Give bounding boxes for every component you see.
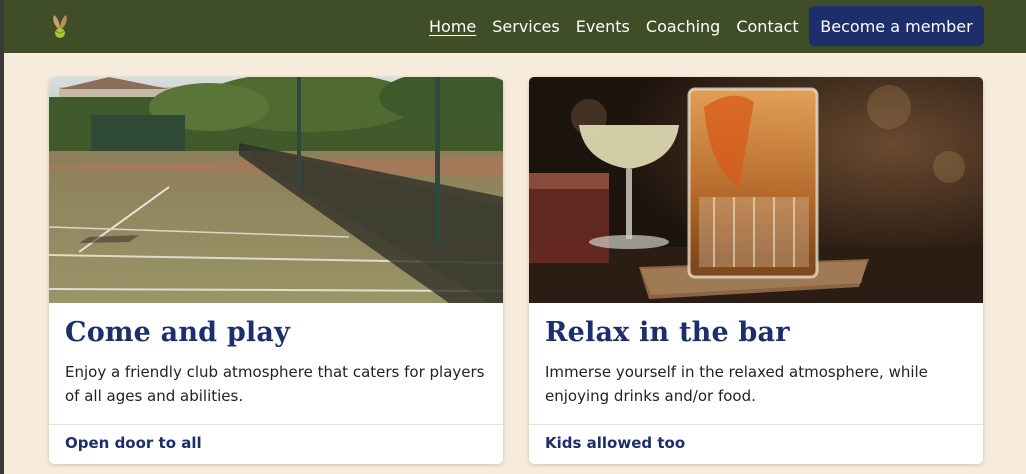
nav-link-contact[interactable]: Contact [736,17,798,36]
nav-link-coaching[interactable]: Coaching [646,17,720,36]
card-title: Relax in the bar [545,317,790,348]
card-footer-label: Open door to all [65,434,202,452]
tennis-court-photo [49,77,503,303]
card-divider [529,424,983,425]
cocktails-bar-photo [529,77,983,303]
card-footer-label: Kids allowed too [545,434,686,452]
card-description: Immerse yourself in the relaxed atmosphe… [545,363,928,405]
card-come-and-play: Come and play Enjoy a friendly club atmo… [49,77,503,464]
main-menu: Home Services Events Coaching Contact [429,0,815,53]
nav-link-services[interactable]: Services [492,17,559,36]
window-edge [0,0,4,474]
card-title: Come and play [65,317,290,348]
tennis-sprout-logo-icon[interactable] [50,14,70,40]
top-navigation-bar: Home Services Events Coaching Contact Be… [4,0,1026,53]
nav-link-events[interactable]: Events [576,17,630,36]
card-description: Enjoy a friendly club atmosphere that ca… [65,363,485,405]
card-relax-in-the-bar: Relax in the bar Immerse yourself in the… [529,77,983,464]
become-member-button[interactable]: Become a member [809,6,984,46]
card-divider [49,424,503,425]
nav-link-home[interactable]: Home [429,17,476,36]
